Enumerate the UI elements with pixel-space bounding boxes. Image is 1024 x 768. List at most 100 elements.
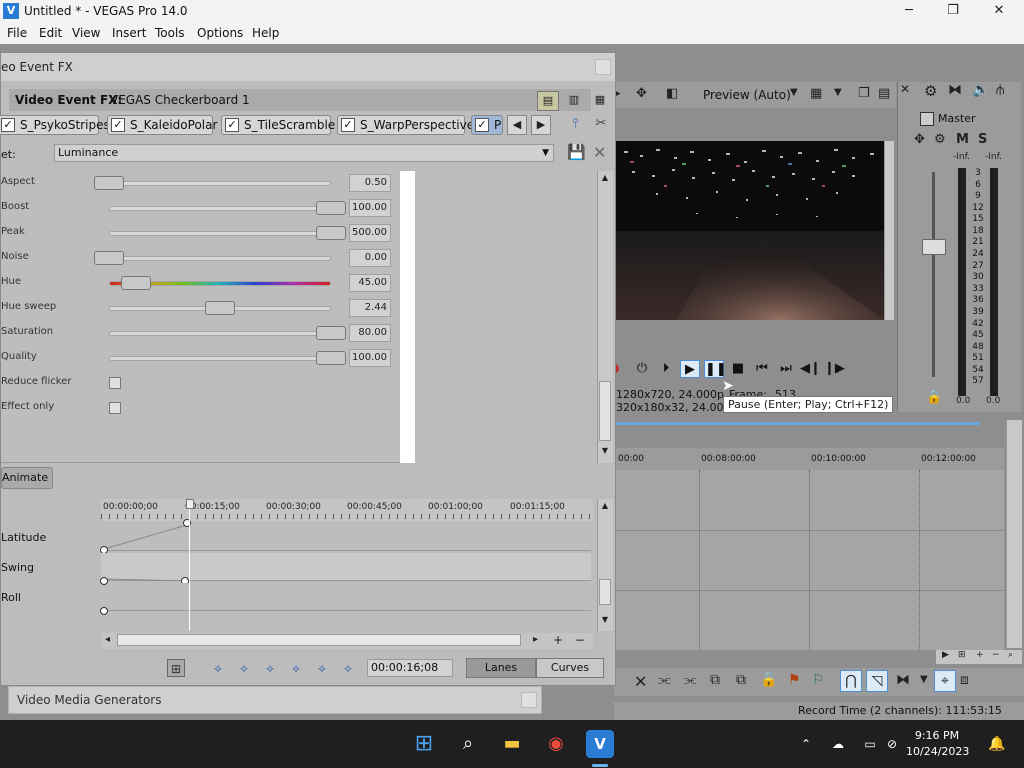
timeline-zoom-controls[interactable]: ▶ ⊞ + − ⌕ [936, 650, 1022, 664]
keyframe-vscroll[interactable]: ▲ ▼ [597, 499, 613, 631]
param-value-field[interactable]: 500.00 [349, 224, 391, 242]
plugin-tilescramble[interactable]: ✓ S_TileScramble [221, 115, 335, 135]
scroll-right-icon[interactable]: ▸ [533, 634, 538, 645]
param-slider-thumb[interactable] [205, 301, 235, 315]
preview-quality-dropdown[interactable]: Preview (Auto) [703, 88, 791, 102]
timeline-tracks[interactable] [614, 470, 1004, 650]
param-slider-track[interactable] [109, 206, 331, 211]
marker-icon[interactable]: ⚑ [788, 672, 801, 688]
plugin-enabled-checkbox[interactable]: ✓ [225, 118, 239, 132]
file-explorer-icon[interactable]: ▬ [498, 730, 526, 758]
menu-options[interactable]: Options [197, 26, 243, 40]
copy-snapshot-icon[interactable]: ❐ [858, 86, 870, 101]
next-frame-icon[interactable]: ❙▶ [824, 360, 845, 378]
menu-tools[interactable]: Tools [155, 26, 185, 40]
delete-icon[interactable]: ✕ [634, 672, 647, 691]
plugin-chain-icon[interactable]: ⫯ [565, 115, 585, 135]
master-fader[interactable] [922, 239, 946, 255]
go-to-end-icon[interactable]: ⏭ [776, 360, 796, 378]
crop-icon[interactable]: ⧉ [710, 672, 720, 688]
param-value-field[interactable]: 80.00 [349, 324, 391, 342]
menu-file[interactable]: File [7, 26, 27, 40]
minimize-button[interactable]: ─ [886, 0, 932, 22]
scroll-up-icon[interactable]: ▲ [599, 501, 611, 513]
snapping-button[interactable]: ⋂ [840, 670, 862, 692]
param-value-field[interactable]: 100.00 [349, 349, 391, 367]
preview-scrollbar[interactable] [884, 141, 894, 320]
go-to-start-icon[interactable]: ⏮ [752, 360, 772, 378]
kf-lane[interactable] [101, 553, 591, 585]
stop-icon[interactable]: ■ [728, 360, 748, 378]
list-view-icon[interactable]: ▤ [537, 91, 559, 111]
menu-edit[interactable]: Edit [39, 26, 62, 40]
vmg-close-button[interactable] [521, 692, 537, 708]
previous-frame-icon[interactable]: ◀❙ [800, 360, 821, 378]
plugin-enabled-checkbox[interactable]: ✓ [1, 118, 15, 132]
grid-icon[interactable]: ▦ [810, 86, 822, 101]
kf-track-latitude[interactable]: Latitude [1, 519, 593, 554]
param-value-field[interactable]: 45.00 [349, 274, 391, 292]
downmix-icon[interactable]: ⧓ [948, 82, 962, 98]
vegas-taskbar-icon[interactable]: V [586, 730, 614, 758]
zoom-in-icon[interactable]: + [553, 633, 563, 647]
param-slider-track[interactable] [109, 256, 331, 261]
fx-window-close-button[interactable] [595, 59, 611, 75]
plugin-enabled-checkbox[interactable]: ✓ [475, 118, 489, 132]
param-value-field[interactable]: 0.00 [349, 249, 391, 267]
windows-start-icon[interactable]: ⊞ [410, 730, 438, 758]
curves-tab[interactable]: Curves [536, 658, 604, 678]
previous-keyframe-icon[interactable]: ⟡ [235, 659, 253, 677]
parameter-scrollbar[interactable]: ▲ ▼ [597, 171, 613, 463]
preset-dropdown[interactable]: Luminance ▼ [54, 144, 554, 162]
weather-icon[interactable]: ☁ [830, 736, 846, 752]
lanes-tab[interactable]: Lanes [466, 658, 536, 678]
chain-scroll-right-icon[interactable]: ▶ [531, 115, 551, 135]
keyframe-time-field[interactable]: 00:00:16;08 [367, 659, 453, 677]
pause-button[interactable]: ❚❚ [704, 360, 727, 378]
scroll-thumb[interactable] [117, 634, 521, 646]
taskbar-clock[interactable]: 9:16 PM 10/24/2023 [906, 728, 969, 760]
timeline-scrollbar-top[interactable] [614, 422, 980, 425]
solo-button[interactable]: S [978, 132, 987, 147]
plugin-enabled-checkbox[interactable]: ✓ [341, 118, 355, 132]
param-slider-thumb[interactable] [316, 351, 346, 365]
plugin-kaleidopolar[interactable]: ✓ S_KaleidoPolar [107, 115, 217, 135]
speaker-icon[interactable]: 🔈 [972, 82, 989, 98]
fx-window-titlebar[interactable]: eo Event FX [1, 53, 615, 81]
param-slider-thumb[interactable] [316, 226, 346, 240]
animate-button[interactable]: Animate [1, 467, 53, 489]
plugin-checkerboard[interactable]: ✓ P [471, 115, 503, 135]
param-slider-thumb[interactable] [94, 176, 124, 190]
scroll-left-icon[interactable]: ◂ [105, 634, 110, 645]
play-from-start-icon[interactable]: ⏵ [656, 360, 676, 378]
auto-crossfade-button[interactable]: ◹ [866, 670, 888, 692]
mute-button[interactable]: M [956, 132, 969, 147]
param-slider-thumb[interactable] [94, 251, 124, 265]
gear-icon[interactable]: ⚙ [934, 132, 946, 147]
plugin-warpperspective[interactable]: ✓ S_WarpPerspective [337, 115, 474, 135]
split-screen-icon[interactable]: ✥ [636, 86, 647, 101]
timeline-vscroll[interactable] [1006, 420, 1022, 648]
loop-playback-icon[interactable]: ⏻ [632, 360, 652, 378]
selection-icon[interactable]: ⧈ [960, 672, 969, 688]
search-icon[interactable]: ⌕ [454, 730, 482, 758]
gear-icon[interactable]: ⚙ [924, 82, 937, 100]
param-slider-track[interactable] [109, 331, 331, 336]
first-keyframe-icon[interactable]: ⟡ [209, 659, 227, 677]
event-pan-crop-button[interactable]: ⌖ [934, 670, 956, 692]
menu-help[interactable]: Help [252, 26, 279, 40]
detail-view-icon[interactable]: ▥ [565, 91, 583, 111]
close-icon[interactable]: ✕ [900, 82, 910, 96]
save-preset-icon[interactable]: 💾 [567, 143, 586, 161]
chevron-down-icon[interactable]: ▼ [790, 87, 798, 98]
grid-view-icon[interactable]: ▦ [591, 91, 609, 111]
menu-insert[interactable]: Insert [112, 26, 146, 40]
param-slider-thumb[interactable] [121, 276, 151, 290]
param-slider-track[interactable] [109, 231, 331, 236]
close-button[interactable]: ✕ [976, 0, 1022, 22]
ripple-edit-icon[interactable]: ⧓ [896, 672, 910, 688]
delete-keyframe-icon[interactable]: ⟡ [339, 659, 357, 677]
scroll-thumb[interactable] [599, 579, 611, 605]
split-icon[interactable]: ⫘ [684, 672, 697, 688]
next-keyframe-icon[interactable]: ⟡ [261, 659, 279, 677]
